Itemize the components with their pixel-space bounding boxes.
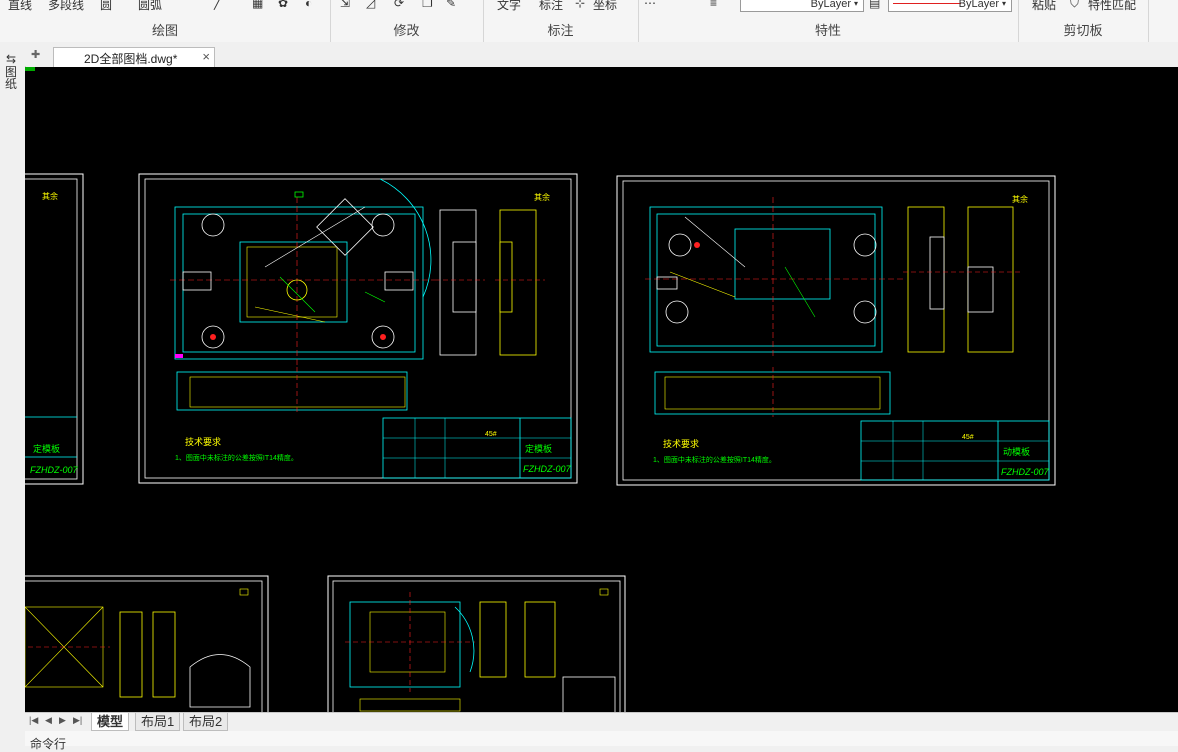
clipboard-group: 粘贴 ⛉ 特性匹配 剪切板: [1018, 0, 1149, 42]
chevron-down-icon: ▾: [854, 0, 859, 8]
tab-layout-1[interactable]: 布局1: [135, 713, 181, 731]
command-line-label: 命令行: [30, 737, 67, 751]
drawing-panel-label[interactable]: 图纸: [5, 66, 19, 90]
document-tab-name: 2D全部图档.dwg*: [84, 52, 178, 66]
sheet-1-roughness-mark: 其余: [534, 192, 550, 202]
properties-group: ⋯ ≡ ByLayer ▾ ▤ ByLayer ▾ 特性: [638, 0, 1019, 42]
sheet-1-tech-note: 1、图面中未标注的公差按照IT14精度。: [175, 453, 298, 462]
clipboard-group-title: 剪切板: [1063, 23, 1103, 38]
draw-group: 直线 多段线 圆 圆弧 ╱ ▦ ✿ ◐ 绘图: [0, 0, 331, 42]
color-combo[interactable]: ByLayer ▾: [740, 0, 864, 12]
drawing-sheet-2: 其余 技术要求 1、图面中未标注的公差按照IT14精度。 45# 动模板 FZH…: [616, 175, 1056, 486]
sheet-2-part-name: 动模板: [1003, 446, 1030, 457]
rotate-icon[interactable]: ⟳: [394, 0, 404, 10]
ribbon-item-coordinate[interactable]: 坐标: [593, 0, 617, 13]
sheet-2-material: 45#: [962, 434, 974, 441]
drawing-sheet-3-partial: [25, 575, 269, 712]
sheet-1-part-name: 定模板: [525, 443, 552, 454]
left-sheet-code: FZHDZ-007: [30, 465, 78, 475]
new-tab-icon[interactable]: ✚: [31, 48, 40, 61]
annotate-group: 文字 标注 ⊹ 坐标 标注: [483, 0, 639, 42]
ribbon-item-dimension[interactable]: 标注: [539, 0, 563, 13]
layer-properties-icon[interactable]: ⋯: [644, 0, 656, 10]
line-tool-icon[interactable]: ╱: [214, 0, 221, 10]
ribbon-item-line[interactable]: 直线: [8, 0, 32, 13]
last-layout-button[interactable]: ▶|: [73, 715, 82, 726]
ucs-marker: [25, 67, 35, 71]
panel-toggle-icon[interactable]: ⇆: [6, 52, 16, 66]
command-line[interactable]: 命令行: [25, 731, 1178, 751]
linetype-sample: [893, 3, 961, 4]
hatch-icon[interactable]: ▦: [252, 0, 263, 10]
color-combo-value: ByLayer: [810, 0, 851, 10]
modify-group-title: 修改: [393, 23, 420, 38]
ribbon-item-circle[interactable]: 圆: [100, 0, 112, 13]
ribbon-item-text[interactable]: 文字: [497, 0, 521, 13]
sheet-1-material: 45#: [485, 431, 497, 438]
left-partial-sheet: 其余 定模板 FZHDZ-007: [25, 173, 84, 485]
sheet-2-tech-title: 技术要求: [663, 438, 699, 449]
lineweight-icon[interactable]: ≡: [710, 0, 717, 10]
left-panel-strip: ⇆ 图纸: [0, 42, 26, 717]
sheet-1-code: FZHDZ-007: [523, 464, 571, 474]
left-sheet-mark: 其余: [42, 191, 58, 201]
stretch-icon[interactable]: ⇲: [340, 0, 350, 10]
ribbon-item-polyline[interactable]: 多段线: [48, 0, 84, 13]
scale-icon[interactable]: ◿: [366, 0, 375, 10]
layout-tab-bar: |◀ ◀ ▶ ▶| 模型 布局1 布局2: [25, 712, 1178, 731]
annotate-group-title: 标注: [547, 23, 574, 38]
close-icon[interactable]: ×: [202, 49, 210, 64]
prev-layout-button[interactable]: ◀: [45, 715, 52, 726]
document-tab[interactable]: 2D全部图档.dwg* ×: [53, 47, 215, 67]
first-layout-button[interactable]: |◀: [29, 715, 38, 726]
drawing-sheet-4-partial: [327, 575, 626, 712]
linetype-combo-value: ByLayer: [958, 0, 999, 10]
modify-group: ⇲ ◿ ⟳ ❐ ✎ 修改: [330, 0, 484, 42]
linetype-combo[interactable]: ByLayer ▾: [888, 0, 1012, 12]
drawing-sheet-1: 其余 技术要求 1、图面中未标注的公差按照IT14精度。 45# 定模板 FZH…: [138, 173, 578, 484]
sheet-2-code: FZHDZ-007: [1001, 467, 1049, 477]
left-sheet-part-name: 定模板: [33, 443, 60, 454]
sheet-1-tech-title: 技术要求: [185, 436, 221, 447]
chevron-down-icon: ▾: [1002, 0, 1007, 8]
linetype-icon[interactable]: ▤: [869, 0, 880, 10]
match-properties-icon[interactable]: ⛉: [1070, 0, 1079, 11]
tab-model[interactable]: 模型: [91, 713, 130, 731]
draw-group-title: 绘图: [151, 23, 178, 38]
boundary-icon[interactable]: ◐: [305, 0, 312, 10]
region-icon[interactable]: ✿: [278, 0, 288, 10]
copy-icon[interactable]: ❐: [422, 0, 433, 10]
properties-group-title: 特性: [814, 23, 841, 38]
coordinate-icon[interactable]: ⊹: [575, 0, 585, 10]
edit-icon[interactable]: ✎: [446, 0, 456, 10]
ribbon-item-paste[interactable]: 粘贴: [1032, 0, 1056, 13]
drawing-canvas[interactable]: 其余 定模板 FZHDZ-007 其余 技术要求 1、图面中未标注的公差按照IT…: [25, 67, 1178, 712]
tab-layout-2[interactable]: 布局2: [183, 713, 229, 731]
ribbon-item-match-properties[interactable]: 特性匹配: [1088, 0, 1136, 13]
document-tab-bar: ✚ 2D全部图档.dwg* ×: [25, 42, 1178, 67]
ribbon: 直线 多段线 圆 圆弧 ╱ ▦ ✿ ◐ 绘图 ⇲ ◿ ⟳ ❐ ✎ 修改 文字 标…: [0, 0, 1178, 43]
sheet-2-roughness-mark: 其余: [1012, 194, 1028, 204]
sheet-2-tech-note: 1、图面中未标注的公差按照IT14精度。: [653, 455, 776, 464]
next-layout-button[interactable]: ▶: [59, 715, 66, 726]
ribbon-item-arc[interactable]: 圆弧: [138, 0, 162, 13]
